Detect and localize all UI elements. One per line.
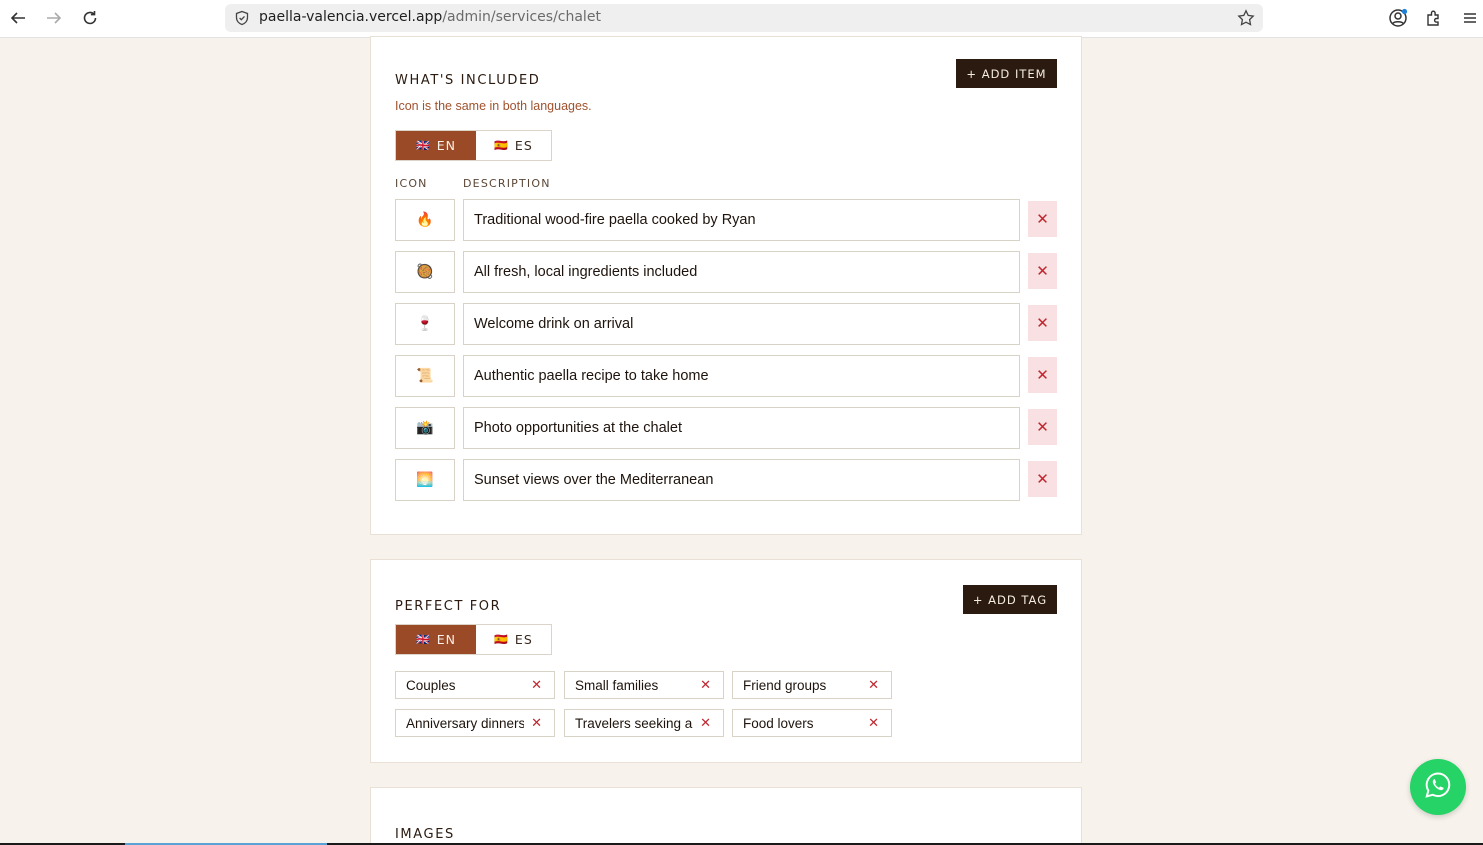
delete-item-button[interactable]: ✕ xyxy=(1028,253,1057,289)
included-item-row: 🔥 Traditional wood-fire paella cooked by… xyxy=(395,199,1058,241)
extensions-icon[interactable] xyxy=(1423,7,1445,29)
icon-hint-text: Icon is the same in both languages. xyxy=(395,99,592,113)
remove-tag-button[interactable]: ✕ xyxy=(868,715,879,731)
language-toggle: 🇬🇧 EN 🇪🇸 ES xyxy=(395,624,552,655)
included-item-row: 🥘 All fresh, local ingredients included … xyxy=(395,251,1058,293)
lang-es-label: ES xyxy=(514,138,533,153)
item-icon-input[interactable]: 🥘 xyxy=(395,251,455,293)
forward-icon[interactable] xyxy=(42,6,66,30)
item-icon-input[interactable]: 🌅 xyxy=(395,459,455,501)
tag-input[interactable]: Travelers seeking a ✕ xyxy=(564,709,724,737)
url-text: paella-valencia.vercel.app/admin/service… xyxy=(259,9,601,25)
shield-icon[interactable] xyxy=(234,10,250,26)
language-toggle: 🇬🇧 EN 🇪🇸 ES xyxy=(395,130,552,161)
flag-es-icon: 🇪🇸 xyxy=(494,139,509,152)
delete-item-button[interactable]: ✕ xyxy=(1028,201,1057,237)
tag-text[interactable]: Anniversary dinners xyxy=(406,716,524,731)
remove-tag-button[interactable]: ✕ xyxy=(868,677,879,693)
item-description-input[interactable]: All fresh, local ingredients included xyxy=(463,251,1020,293)
tag-text[interactable]: Small families xyxy=(575,678,693,693)
tag-input[interactable]: Food lovers ✕ xyxy=(732,709,892,737)
url-host: paella-valencia.vercel.app xyxy=(259,9,443,25)
tag-text[interactable]: Travelers seeking a xyxy=(575,716,693,731)
item-description-input[interactable]: Sunset views over the Mediterranean xyxy=(463,459,1020,501)
item-description-input[interactable]: Traditional wood-fire paella cooked by R… xyxy=(463,199,1020,241)
item-description-input[interactable]: Photo opportunities at the chalet xyxy=(463,407,1020,449)
lang-en-label: EN xyxy=(436,138,456,153)
address-bar[interactable]: paella-valencia.vercel.app/admin/service… xyxy=(225,4,1263,32)
add-tag-button[interactable]: + ADD TAG xyxy=(963,585,1057,614)
tag-text[interactable]: Couples xyxy=(406,678,524,693)
tag-input[interactable]: Couples ✕ xyxy=(395,671,555,699)
section-title-images: IMAGES xyxy=(395,827,455,842)
lang-en-button[interactable]: 🇬🇧 EN xyxy=(396,131,476,160)
bookmark-star-icon[interactable] xyxy=(1236,8,1256,28)
lang-en-label: EN xyxy=(436,632,456,647)
images-card: IMAGES xyxy=(370,787,1082,845)
remove-tag-button[interactable]: ✕ xyxy=(531,715,542,731)
lang-es-label: ES xyxy=(514,632,533,647)
tag-text[interactable]: Food lovers xyxy=(743,716,861,731)
section-title-perfect-for: PERFECT FOR xyxy=(395,599,502,614)
item-description-input[interactable]: Welcome drink on arrival xyxy=(463,303,1020,345)
included-item-row: 📸 Photo opportunities at the chalet ✕ xyxy=(395,407,1058,449)
menu-icon[interactable] xyxy=(1459,7,1481,29)
column-header-description: DESCRIPTION xyxy=(463,177,551,190)
included-item-row: 📜 Authentic paella recipe to take home ✕ xyxy=(395,355,1058,397)
remove-tag-button[interactable]: ✕ xyxy=(531,677,542,693)
url-path: /admin/services/chalet xyxy=(442,9,601,25)
included-item-row: 🍷 Welcome drink on arrival ✕ xyxy=(395,303,1058,345)
delete-item-button[interactable]: ✕ xyxy=(1028,409,1057,445)
whats-included-card: WHAT'S INCLUDED + ADD ITEM Icon is the s… xyxy=(370,36,1082,535)
whatsapp-icon xyxy=(1423,770,1453,804)
flag-uk-icon: 🇬🇧 xyxy=(416,633,431,646)
flag-es-icon: 🇪🇸 xyxy=(494,633,509,646)
reload-icon[interactable] xyxy=(78,6,102,30)
browser-toolbar: paella-valencia.vercel.app/admin/service… xyxy=(0,0,1483,38)
delete-item-button[interactable]: ✕ xyxy=(1028,357,1057,393)
remove-tag-button[interactable]: ✕ xyxy=(700,715,711,731)
lang-en-button[interactable]: 🇬🇧 EN xyxy=(396,625,476,654)
delete-item-button[interactable]: ✕ xyxy=(1028,461,1057,497)
tag-input[interactable]: Friend groups ✕ xyxy=(732,671,892,699)
section-title-whats-included: WHAT'S INCLUDED xyxy=(395,73,541,88)
add-item-button[interactable]: + ADD ITEM xyxy=(956,59,1057,88)
item-icon-input[interactable]: 🔥 xyxy=(395,199,455,241)
column-header-icon: ICON xyxy=(395,177,428,190)
perfect-for-card: PERFECT FOR + ADD TAG 🇬🇧 EN 🇪🇸 ES Couples … xyxy=(370,559,1082,763)
remove-tag-button[interactable]: ✕ xyxy=(700,677,711,693)
tag-input[interactable]: Small families ✕ xyxy=(564,671,724,699)
delete-item-button[interactable]: ✕ xyxy=(1028,305,1057,341)
tag-input[interactable]: Anniversary dinners ✕ xyxy=(395,709,555,737)
tag-text[interactable]: Friend groups xyxy=(743,678,861,693)
back-icon[interactable] xyxy=(6,6,30,30)
lang-es-button[interactable]: 🇪🇸 ES xyxy=(476,131,551,160)
account-icon[interactable] xyxy=(1387,7,1409,29)
item-icon-input[interactable]: 📸 xyxy=(395,407,455,449)
lang-es-button[interactable]: 🇪🇸 ES xyxy=(476,625,551,654)
item-icon-input[interactable]: 📜 xyxy=(395,355,455,397)
whatsapp-button[interactable] xyxy=(1410,759,1466,815)
included-item-row: 🌅 Sunset views over the Mediterranean ✕ xyxy=(395,459,1058,501)
item-description-input[interactable]: Authentic paella recipe to take home xyxy=(463,355,1020,397)
flag-uk-icon: 🇬🇧 xyxy=(416,139,431,152)
item-icon-input[interactable]: 🍷 xyxy=(395,303,455,345)
